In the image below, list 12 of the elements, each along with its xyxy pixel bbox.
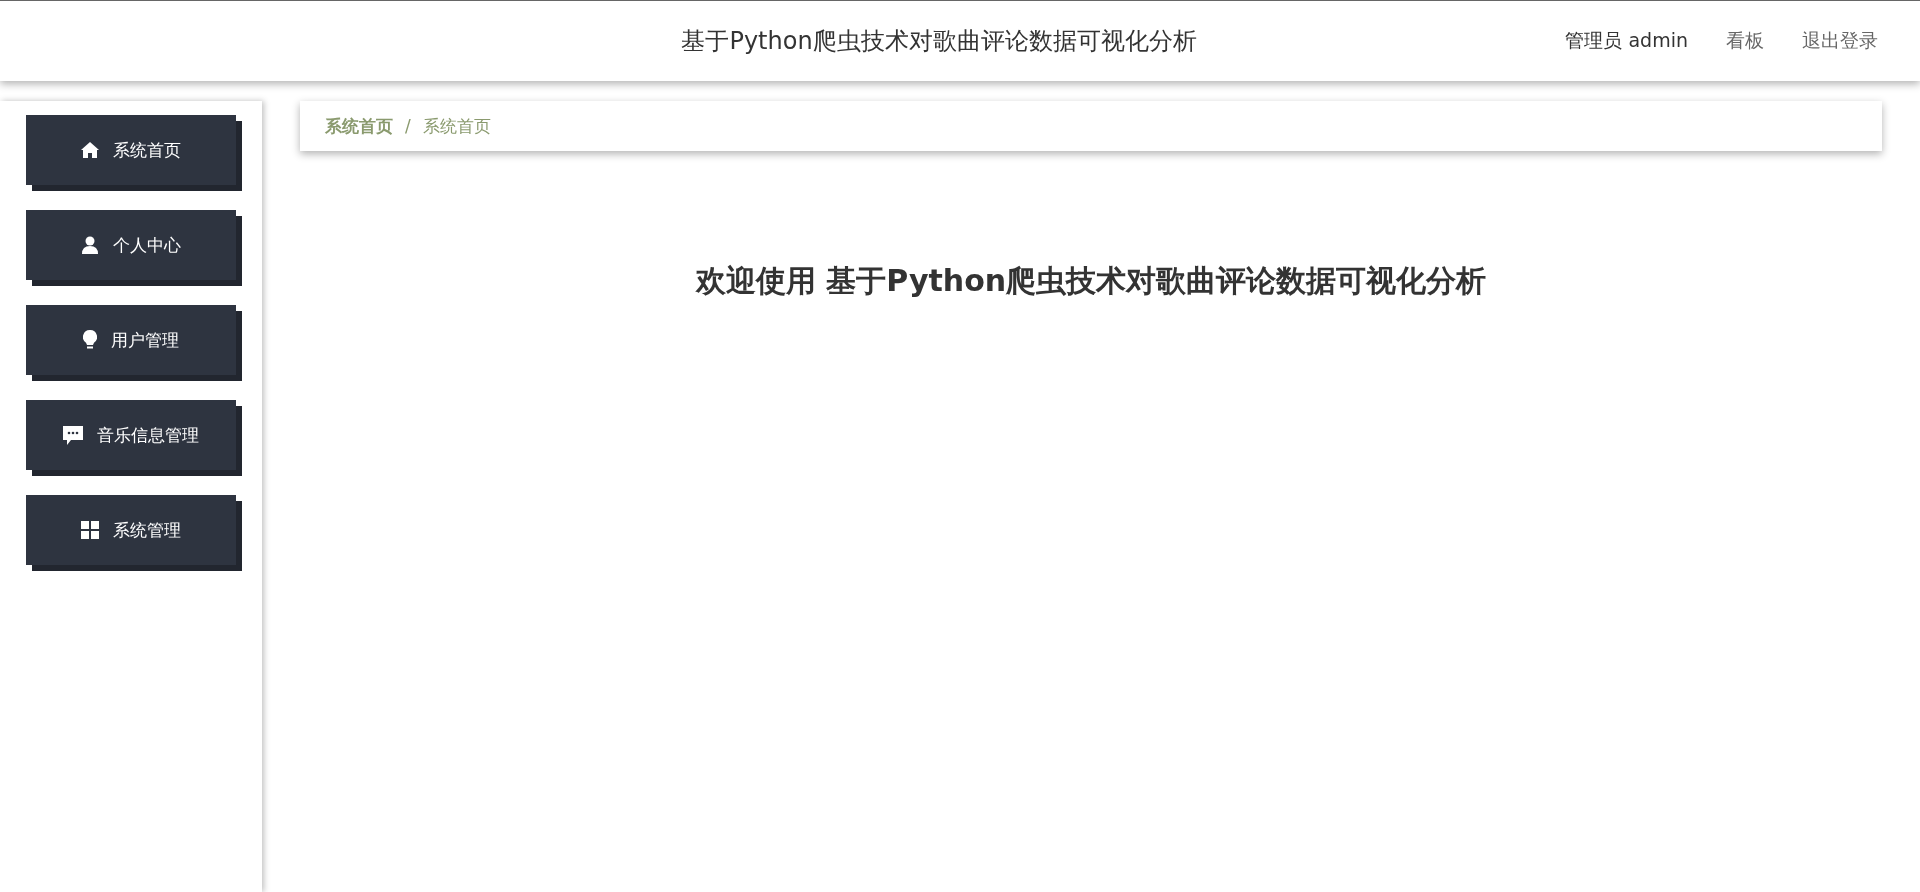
header-link[interactable]: 退出登录 xyxy=(1802,28,1878,54)
breadcrumb-item: 系统首页 xyxy=(422,114,491,138)
header-link[interactable]: 看板 xyxy=(1726,28,1764,54)
user-icon xyxy=(81,236,99,254)
chat-icon xyxy=(63,425,83,445)
lightbulb-icon xyxy=(83,330,97,350)
user-label: 管理员 admin xyxy=(1565,28,1688,53)
welcome-heading: 欢迎使用 基于Python爬虫技术对歌曲评论数据可视化分析 xyxy=(694,262,1488,300)
app-title: 基于Python爬虫技术对歌曲评论数据可视化分析 xyxy=(681,26,1197,57)
home-icon xyxy=(81,142,99,158)
breadcrumb-separator: / xyxy=(405,116,411,136)
grid-icon xyxy=(81,521,99,539)
